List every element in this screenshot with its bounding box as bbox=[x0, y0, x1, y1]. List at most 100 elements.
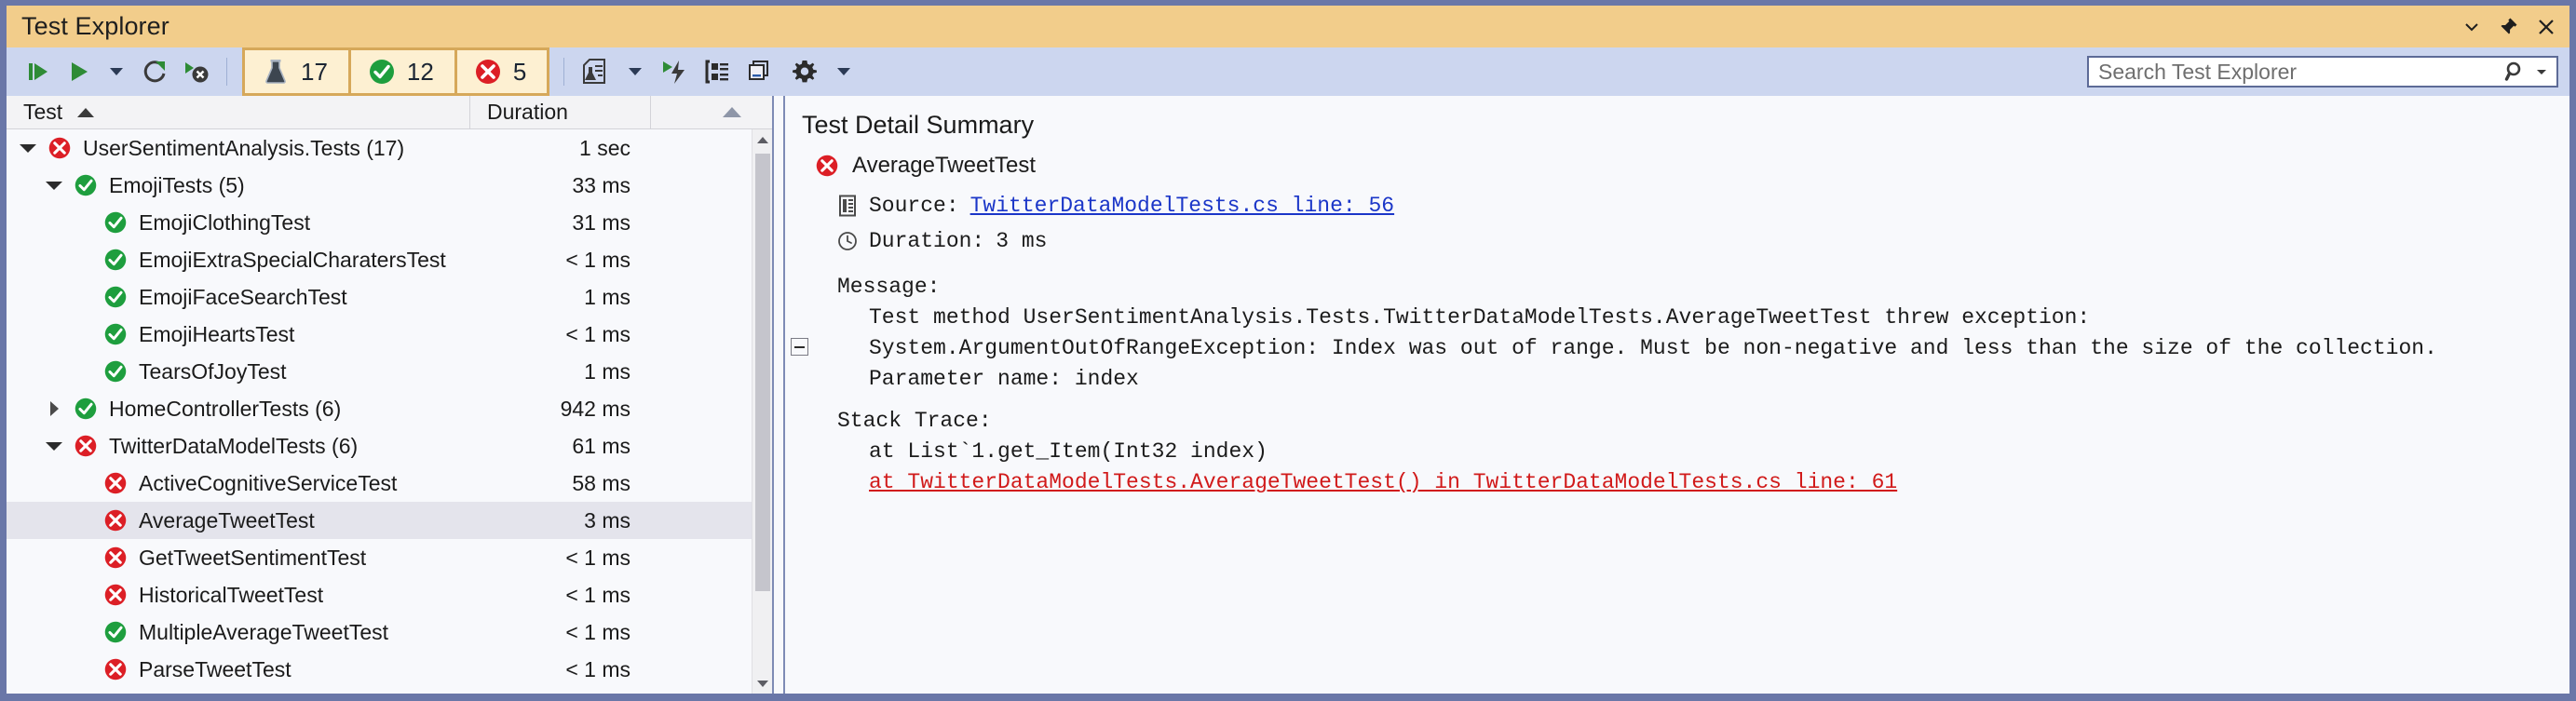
test-explorer-window: Test Explorer 17 12 5 Search Test Explor… bbox=[0, 0, 2576, 701]
collapse-stack-trace-toggle[interactable] bbox=[791, 338, 808, 356]
search-box[interactable] bbox=[2087, 56, 2558, 88]
scroll-up-arrow[interactable] bbox=[752, 129, 772, 150]
test-row-label: TwitterDataModelTests (6) bbox=[109, 433, 359, 458]
table-row[interactable]: ActiveCognitiveServiceTest 58 ms bbox=[7, 465, 772, 502]
test-list-scrollbar[interactable] bbox=[752, 129, 772, 694]
expand-triangle-icon[interactable] bbox=[20, 140, 36, 156]
pane-splitter[interactable] bbox=[772, 96, 785, 694]
search-dropdown-icon[interactable] bbox=[2534, 64, 2549, 79]
table-row[interactable]: GetTweetSentimentTest < 1 ms bbox=[7, 539, 772, 576]
test-row-name[interactable]: EmojiHeartsTest bbox=[7, 322, 470, 347]
test-row-label: MultipleAverageTweetTest bbox=[139, 619, 389, 644]
header-sort-indicator[interactable] bbox=[718, 96, 746, 128]
detail-title: Test Detail Summary bbox=[802, 111, 1035, 139]
test-row-label: HomeControllerTests (6) bbox=[109, 396, 342, 421]
settings-dropdown-icon[interactable] bbox=[825, 53, 862, 90]
table-row[interactable]: EmojiClothingTest 31 ms bbox=[7, 204, 772, 241]
failed-icon bbox=[103, 508, 128, 532]
table-row[interactable]: EmojiTests (5) 33 ms bbox=[7, 167, 772, 204]
test-row-name[interactable]: ActiveCognitiveServiceTest bbox=[7, 471, 470, 496]
expand-triangle-icon[interactable] bbox=[46, 177, 62, 194]
column-header-duration[interactable]: Duration bbox=[470, 96, 651, 128]
run-dropdown-icon[interactable] bbox=[98, 53, 135, 90]
test-row-name[interactable]: MultipleAverageTweetTest bbox=[7, 620, 470, 645]
test-row-name[interactable]: TearsOfJoyTest bbox=[7, 359, 470, 384]
test-row-duration: 58 ms bbox=[572, 470, 630, 495]
settings-gear-icon[interactable] bbox=[784, 53, 825, 90]
passed-tests-counter[interactable]: 12 bbox=[347, 47, 457, 96]
expand-triangle-icon[interactable] bbox=[46, 438, 62, 454]
test-row-name[interactable]: ParseTweetTest bbox=[7, 657, 470, 682]
search-input[interactable] bbox=[2098, 59, 2504, 85]
failed-icon bbox=[103, 546, 128, 570]
test-row-name[interactable]: GetTweetSentimentTest bbox=[7, 546, 470, 571]
column-header-test[interactable]: Test bbox=[7, 96, 470, 128]
table-row[interactable]: TwitterDataModelTests (6) 61 ms bbox=[7, 427, 772, 465]
show-test-output-icon[interactable] bbox=[738, 53, 779, 90]
search-icon[interactable] bbox=[2504, 61, 2527, 83]
test-row-name[interactable]: EmojiTests (5) bbox=[7, 173, 470, 198]
test-row-duration: < 1 ms bbox=[565, 545, 630, 570]
table-row[interactable]: HomeControllerTests (6) 942 ms bbox=[7, 390, 772, 427]
test-row-label: EmojiExtraSpecialCharatersTest bbox=[139, 247, 446, 272]
test-playlist-icon[interactable] bbox=[574, 53, 617, 90]
group-by-icon[interactable] bbox=[697, 53, 738, 90]
failed-icon bbox=[103, 583, 128, 607]
test-row-label: EmojiHeartsTest bbox=[139, 321, 295, 346]
table-row[interactable]: EmojiHeartsTest < 1 ms bbox=[7, 316, 772, 353]
table-row[interactable]: ParseTweetTest < 1 ms bbox=[7, 651, 772, 688]
detail-source-link[interactable]: TwitterDataModelTests.cs line: 56 bbox=[970, 194, 1394, 218]
test-row-duration: 942 ms bbox=[560, 396, 630, 421]
detail-source-row: Source: TwitterDataModelTests.cs line: 5… bbox=[802, 188, 2569, 223]
table-row[interactable]: AverageTweetTest 3 ms bbox=[7, 502, 772, 539]
test-row-label: ActiveCognitiveServiceTest bbox=[139, 470, 398, 495]
table-row[interactable]: MultipleAverageTweetTest < 1 ms bbox=[7, 613, 772, 651]
table-row[interactable]: UserSentimentAnalysis.Tests (17) 1 sec bbox=[7, 129, 772, 167]
test-row-duration: < 1 ms bbox=[565, 656, 630, 681]
test-row-duration: 3 ms bbox=[584, 507, 630, 532]
run-all-tests-icon[interactable] bbox=[20, 53, 61, 90]
run-failed-tests-icon[interactable] bbox=[176, 53, 217, 90]
run-tests-after-build-icon[interactable] bbox=[654, 53, 697, 90]
column-header-row: Test Duration bbox=[7, 96, 772, 129]
failed-tests-counter[interactable]: 5 bbox=[454, 47, 550, 96]
test-row-duration: < 1 ms bbox=[565, 619, 630, 644]
run-tests-icon[interactable] bbox=[61, 53, 98, 90]
test-tree[interactable]: UserSentimentAnalysis.Tests (17) 1 sec Emo… bbox=[7, 129, 772, 694]
test-row-duration: 61 ms bbox=[572, 433, 630, 458]
playlist-dropdown-icon[interactable] bbox=[617, 53, 654, 90]
minus-icon bbox=[794, 345, 805, 348]
passed-icon bbox=[103, 620, 128, 644]
table-row[interactable]: EmojiFaceSearchTest 1 ms bbox=[7, 278, 772, 316]
test-row-name[interactable]: EmojiClothingTest bbox=[7, 210, 470, 236]
scrollbar-thumb[interactable] bbox=[755, 154, 770, 591]
repeat-last-run-icon[interactable] bbox=[135, 53, 176, 90]
dropdown-icon[interactable] bbox=[2461, 17, 2482, 37]
failed-icon bbox=[47, 136, 72, 160]
test-row-name[interactable]: EmojiExtraSpecialCharatersTest bbox=[7, 248, 470, 273]
total-tests-counter[interactable]: 17 bbox=[242, 47, 351, 96]
test-row-name[interactable]: TwitterDataModelTests (6) bbox=[7, 434, 470, 459]
test-row-duration: 33 ms bbox=[572, 172, 630, 197]
content-area: Test Duration UserSentimentAnalysis.Test… bbox=[7, 96, 2569, 694]
detail-duration-value: 3 ms bbox=[996, 229, 1048, 253]
collapse-triangle-icon[interactable] bbox=[46, 400, 62, 417]
table-row[interactable]: HistoricalTweetTest < 1 ms bbox=[7, 576, 772, 613]
detail-test-name: AverageTweetTest bbox=[852, 153, 1037, 178]
test-row-name[interactable]: EmojiFaceSearchTest bbox=[7, 285, 470, 310]
detail-stack-link[interactable]: at TwitterDataModelTests.AverageTweetTes… bbox=[869, 470, 1897, 494]
pin-icon[interactable] bbox=[2499, 17, 2519, 37]
total-tests-count: 17 bbox=[301, 57, 328, 86]
scroll-down-arrow[interactable] bbox=[752, 673, 772, 694]
test-detail-pane: Test Detail Summary AverageTweetTest Sou… bbox=[785, 96, 2569, 694]
test-row-label: EmojiClothingTest bbox=[139, 209, 311, 235]
test-row-name[interactable]: AverageTweetTest bbox=[7, 508, 470, 533]
test-row-name[interactable]: UserSentimentAnalysis.Tests (17) bbox=[7, 136, 470, 161]
close-icon[interactable] bbox=[2536, 17, 2556, 37]
test-row-name[interactable]: HomeControllerTests (6) bbox=[7, 397, 470, 422]
table-row[interactable]: EmojiExtraSpecialCharatersTest < 1 ms bbox=[7, 241, 772, 278]
table-row[interactable]: TearsOfJoyTest 1 ms bbox=[7, 353, 772, 390]
test-row-name[interactable]: HistoricalTweetTest bbox=[7, 583, 470, 608]
